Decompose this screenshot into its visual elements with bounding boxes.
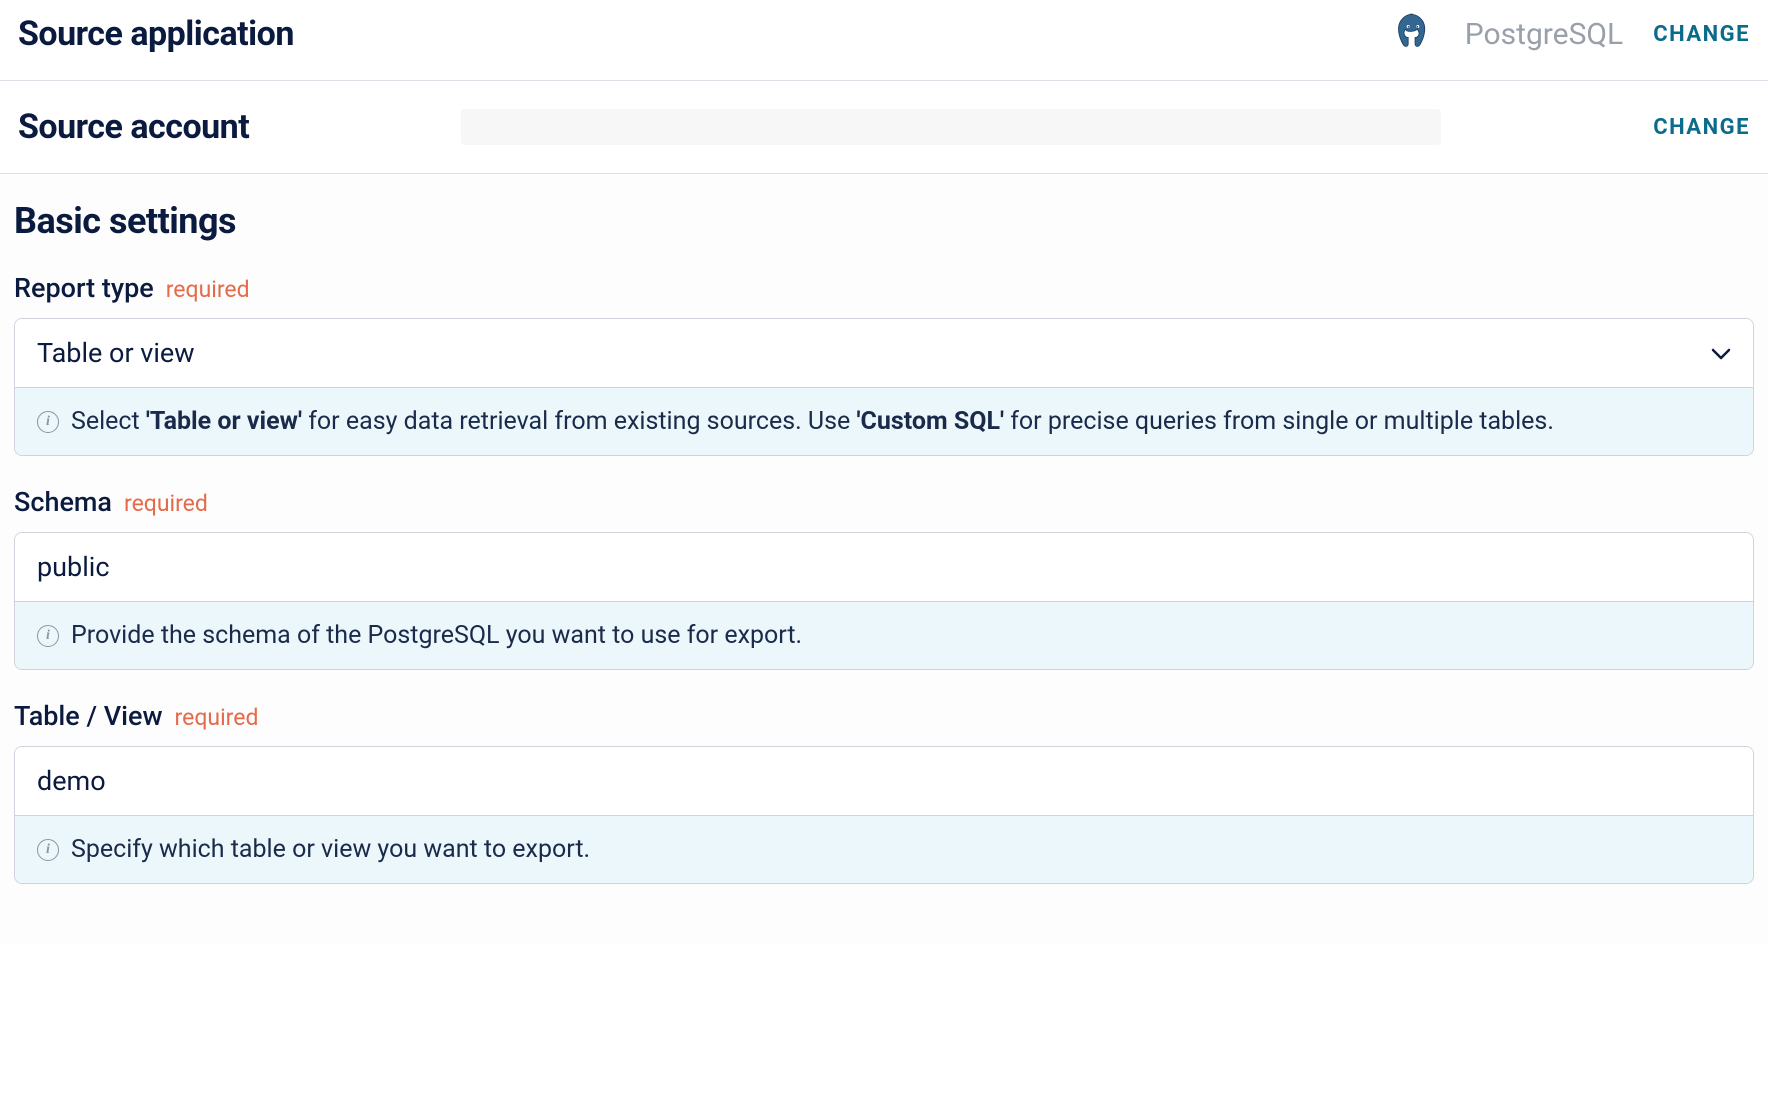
source-account-title: Source account (18, 107, 249, 147)
report-type-label: Report type (14, 272, 154, 304)
report-type-value: Table or view (37, 337, 195, 369)
schema-helper-text: Provide the schema of the PostgreSQL you… (71, 618, 802, 653)
table-view-helper-text: Specify which table or view you want to … (71, 832, 590, 867)
info-icon: i (37, 625, 59, 647)
report-type-helper-text: Select 'Table or view' for easy data ret… (71, 404, 1554, 439)
report-type-required: required (166, 276, 250, 303)
source-application-section: Source application PostgreSQL CHANGE (0, 0, 1768, 81)
report-type-field: Report type required Table or view i Sel… (14, 272, 1754, 456)
chevron-down-icon (1711, 341, 1731, 365)
source-application-name: PostgreSQL (1465, 17, 1623, 52)
table-view-field: Table / View required i Specify which ta… (14, 700, 1754, 884)
schema-required: required (124, 490, 208, 517)
basic-settings-section: Basic settings Report type required Tabl… (0, 174, 1768, 944)
report-type-select[interactable]: Table or view (15, 319, 1753, 387)
schema-label: Schema (14, 486, 112, 518)
schema-input[interactable] (15, 533, 1753, 601)
change-source-account-link[interactable]: CHANGE (1653, 115, 1750, 140)
info-icon: i (37, 411, 59, 433)
source-account-section: Source account CHANGE (0, 81, 1768, 174)
source-application-right: PostgreSQL CHANGE (1391, 10, 1750, 58)
table-view-label: Table / View (14, 700, 163, 732)
table-view-helper: i Specify which table or view you want t… (15, 815, 1753, 883)
info-icon: i (37, 839, 59, 861)
table-view-required: required (175, 704, 259, 731)
change-source-application-link[interactable]: CHANGE (1653, 22, 1750, 47)
basic-settings-heading: Basic settings (14, 200, 1754, 242)
schema-helper: i Provide the schema of the PostgreSQL y… (15, 601, 1753, 669)
schema-field: Schema required i Provide the schema of … (14, 486, 1754, 670)
report-type-helper: i Select 'Table or view' for easy data r… (15, 387, 1753, 455)
table-view-input[interactable] (15, 747, 1753, 815)
source-application-title: Source application (18, 14, 294, 54)
source-account-redacted (461, 109, 1441, 145)
postgresql-icon (1391, 10, 1435, 58)
